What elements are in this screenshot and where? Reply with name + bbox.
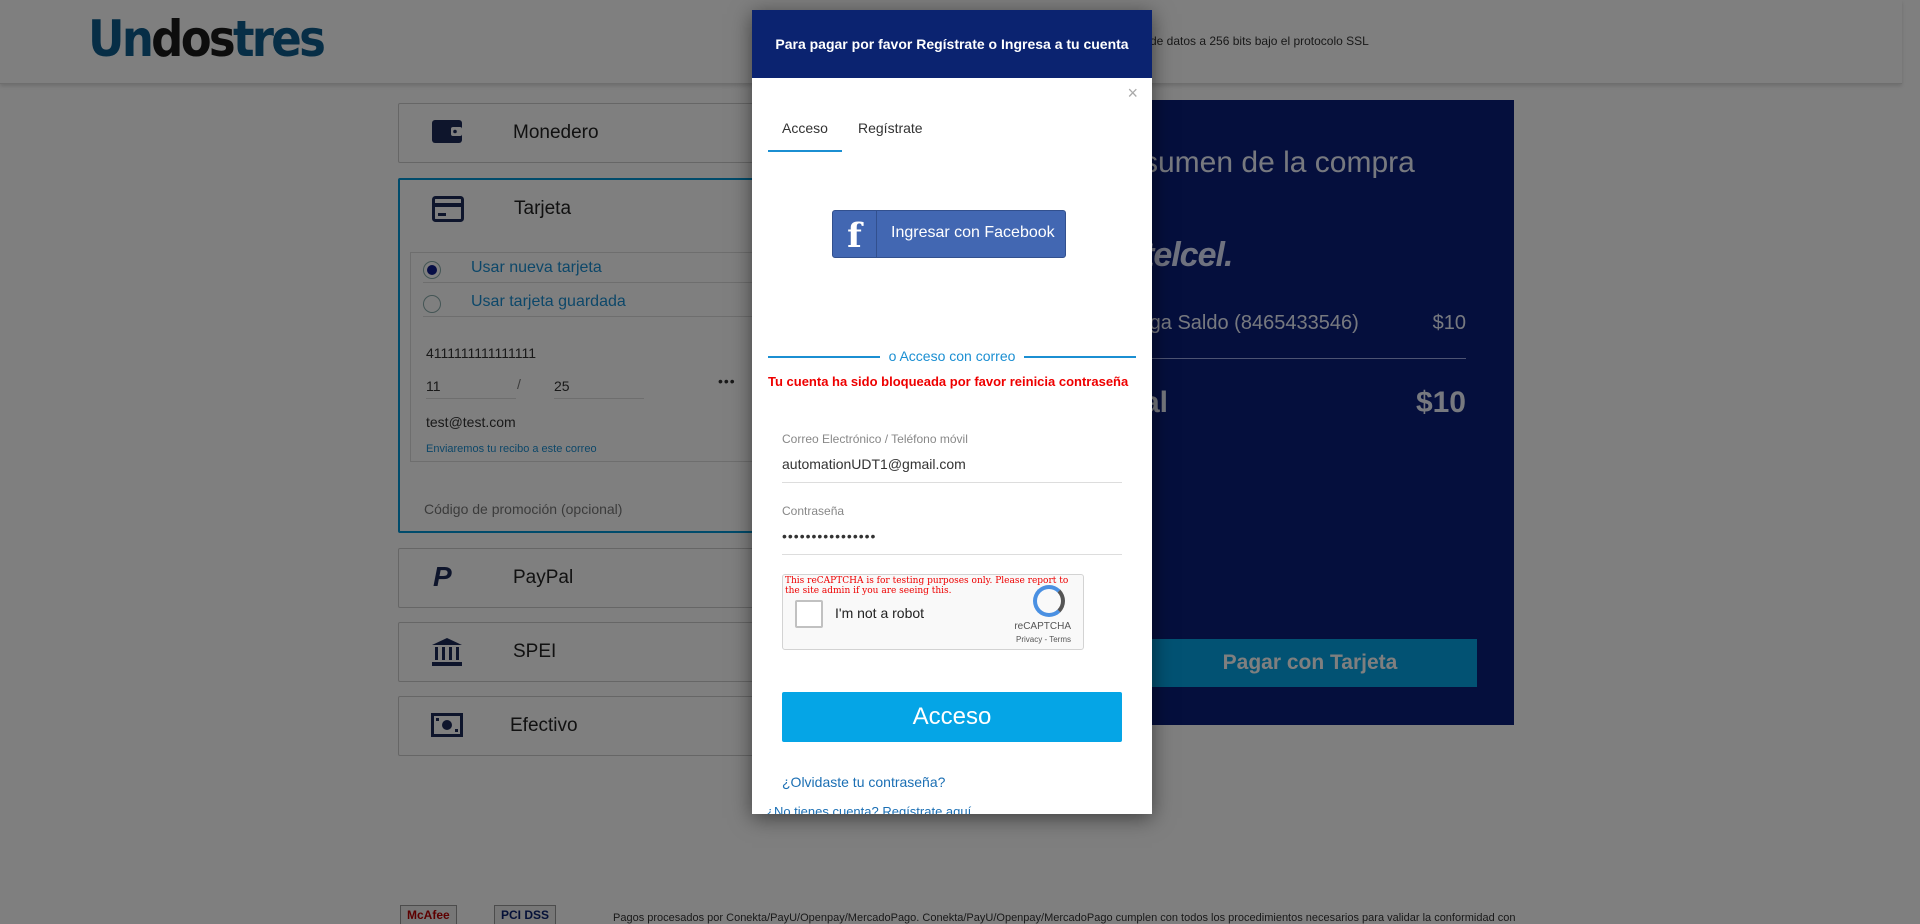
login-submit-button[interactable]: Acceso xyxy=(782,692,1122,742)
recaptcha-brand: reCAPTCHA xyxy=(1014,621,1071,632)
facebook-login-button[interactable]: f Ingresar con Facebook xyxy=(832,210,1066,258)
recaptcha-icon xyxy=(1033,585,1065,617)
email-input[interactable]: automationUDT1@gmail.com xyxy=(782,456,1122,482)
forgot-password-link[interactable]: ¿Olvidaste tu contraseña? xyxy=(782,774,945,790)
facebook-icon: f xyxy=(833,211,877,257)
register-link[interactable]: ¿No tienes cuenta? Regístrate aquí xyxy=(766,804,971,814)
email-field-label: Correo Electrónico / Teléfono móvil xyxy=(782,432,968,446)
tab-registrate[interactable]: Regístrate xyxy=(844,110,937,152)
recaptcha-widget: This reCAPTCHA is for testing purposes o… xyxy=(782,574,1084,650)
password-field-label: Contraseña xyxy=(782,504,845,518)
recaptcha-checkbox[interactable] xyxy=(795,600,823,628)
recaptcha-terms-link[interactable]: Privacy - Terms xyxy=(1016,635,1071,644)
password-input[interactable]: •••••••••••••••• xyxy=(782,528,1122,554)
facebook-login-label: Ingresar con Facebook xyxy=(891,224,1055,241)
auth-tabs: Acceso Regístrate xyxy=(768,110,1136,152)
divider-line-right xyxy=(1024,356,1136,358)
login-modal: Para pagar por favor Regístrate o Ingres… xyxy=(752,10,1152,814)
account-locked-error: Tu cuenta ha sido bloqueada por favor re… xyxy=(768,374,1129,389)
recaptcha-test-warning: This reCAPTCHA is for testing purposes o… xyxy=(785,576,1069,596)
email-field[interactable]: Correo Electrónico / Teléfono móvil auto… xyxy=(782,432,1122,483)
modal-title: Para pagar por favor Regístrate o Ingres… xyxy=(752,10,1152,78)
recaptcha-label: I'm not a robot xyxy=(835,605,925,621)
tab-acceso[interactable]: Acceso xyxy=(768,110,842,152)
close-icon[interactable]: × xyxy=(1127,83,1138,104)
email-login-divider: o Acceso con correo xyxy=(768,346,1136,366)
password-field[interactable]: Contraseña •••••••••••••••• xyxy=(782,504,1122,555)
